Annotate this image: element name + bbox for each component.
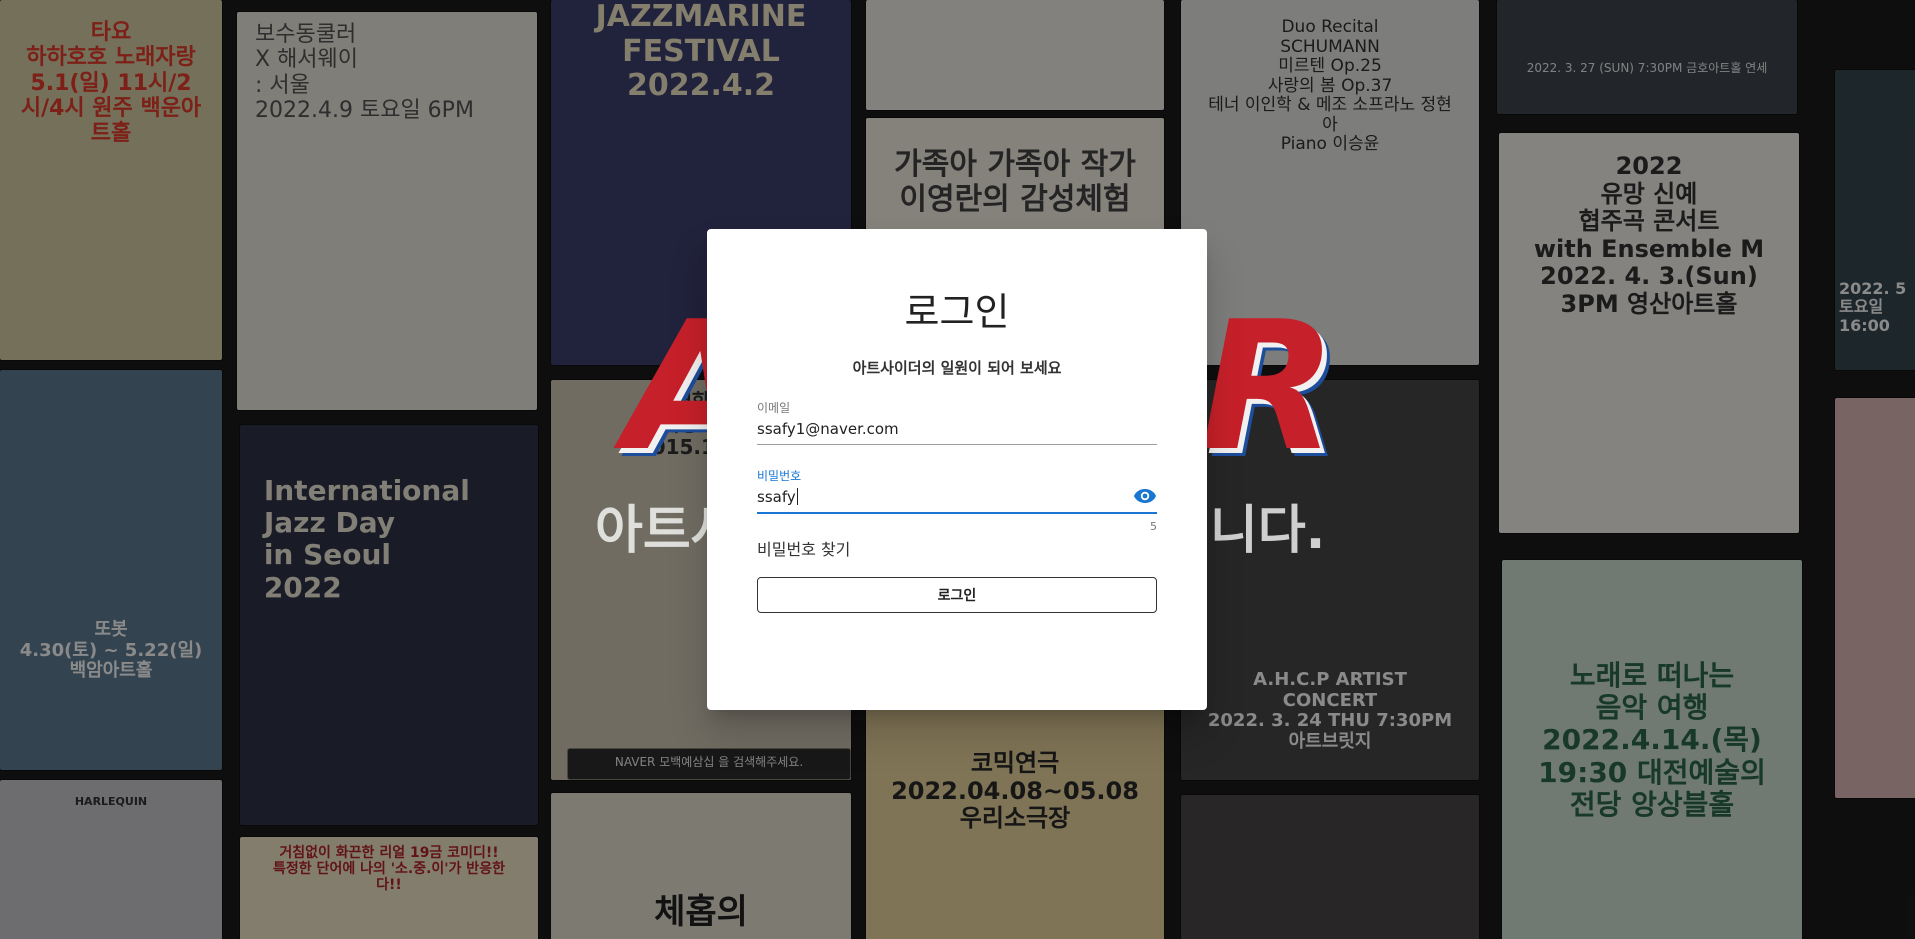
character-counter: 5 (1150, 520, 1157, 533)
email-field: 이메일 ssafy1@naver.com (757, 399, 1157, 445)
eye-icon[interactable] (1133, 486, 1157, 506)
password-value: ssafy (757, 488, 796, 506)
email-underline (757, 444, 1157, 445)
find-password-link[interactable]: 비밀번호 찾기 (757, 536, 850, 560)
dialog-title: 로그인 (904, 290, 1010, 334)
dialog-subtitle: 아트사이더의 일원이 되어 보세요 (852, 359, 1062, 377)
email-label: 이메일 (757, 401, 791, 415)
login-button[interactable]: 로그인 (757, 577, 1157, 613)
password-underline (757, 512, 1157, 514)
brand-logo-right: R (1200, 283, 1337, 490)
password-input[interactable]: ssafy (757, 484, 1157, 512)
email-input[interactable]: ssafy1@naver.com (757, 416, 1157, 444)
password-field: 비밀번호 ssafy 5 (757, 467, 1157, 533)
password-label: 비밀번호 (757, 469, 802, 483)
tagline-right: 니다. (1210, 501, 1326, 561)
login-dialog: 로그인 아트사이더의 일원이 되어 보세요 이메일 ssafy1@naver.c… (707, 229, 1207, 710)
text-caret (796, 488, 798, 505)
